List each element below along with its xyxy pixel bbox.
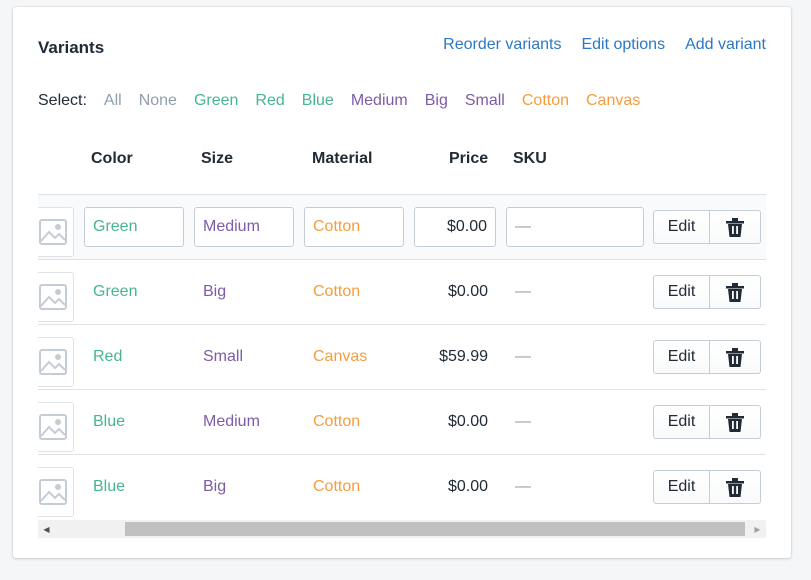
reorder-variants-link[interactable]: Reorder variants bbox=[443, 34, 561, 56]
trash-icon bbox=[726, 217, 744, 237]
column-header-size: Size bbox=[201, 150, 234, 167]
cell-color: Blue bbox=[93, 413, 126, 430]
column-header-material: Material bbox=[312, 150, 373, 167]
cell-sku: — bbox=[515, 413, 531, 430]
image-placeholder-icon[interactable] bbox=[38, 337, 74, 387]
select-filter-row: Select: All None Green Red Blue Medium B… bbox=[38, 90, 657, 112]
cell-size: Big bbox=[203, 283, 227, 300]
cell-price: $0.00 bbox=[447, 478, 488, 495]
column-header-price: Price bbox=[449, 150, 489, 167]
add-variant-link[interactable]: Add variant bbox=[685, 34, 766, 56]
image-placeholder-icon[interactable] bbox=[38, 467, 74, 517]
color-input[interactable]: Green bbox=[84, 207, 184, 247]
cell-sku: — bbox=[515, 283, 531, 300]
row-actions: Edit bbox=[653, 470, 761, 504]
cell-material: Canvas bbox=[313, 348, 368, 365]
trash-icon bbox=[726, 282, 744, 302]
cell-sku: — bbox=[515, 478, 531, 495]
image-placeholder-icon[interactable] bbox=[38, 207, 74, 257]
table-row[interactable]: Red Small Canvas $59.99 — Edit bbox=[38, 324, 766, 389]
scroll-right-arrow-icon[interactable]: ▶ bbox=[749, 520, 766, 538]
select-small[interactable]: Small bbox=[465, 90, 505, 112]
column-header-sku: SKU bbox=[513, 150, 547, 167]
select-medium[interactable]: Medium bbox=[351, 90, 408, 112]
scrollbar-thumb[interactable] bbox=[125, 522, 745, 536]
cell-size: Small bbox=[203, 348, 244, 365]
edit-button[interactable]: Edit bbox=[653, 275, 710, 309]
row-actions: Edit bbox=[653, 405, 761, 439]
price-input[interactable]: $0.00 bbox=[414, 207, 496, 247]
cell-size: Medium bbox=[203, 413, 260, 430]
edit-button[interactable]: Edit bbox=[653, 340, 710, 374]
select-big[interactable]: Big bbox=[425, 90, 448, 112]
row-actions: Edit bbox=[653, 210, 761, 244]
edit-button[interactable]: Edit bbox=[653, 470, 710, 504]
select-blue[interactable]: Blue bbox=[302, 90, 334, 112]
delete-button[interactable] bbox=[710, 275, 761, 309]
edit-button[interactable]: Edit bbox=[653, 210, 710, 244]
cell-price: $59.99 bbox=[439, 348, 488, 365]
table-row[interactable]: Blue Medium Cotton $0.00 — Edit bbox=[38, 389, 766, 454]
cell-sku: — bbox=[515, 348, 531, 365]
delete-button[interactable] bbox=[710, 210, 761, 244]
image-placeholder-icon[interactable] bbox=[38, 272, 74, 322]
size-input[interactable]: Medium bbox=[194, 207, 294, 247]
cell-color: Blue bbox=[93, 478, 126, 495]
edit-options-link[interactable]: Edit options bbox=[581, 34, 665, 56]
cell-size: Big bbox=[203, 478, 227, 495]
cell-material: Cotton bbox=[313, 283, 361, 300]
delete-button[interactable] bbox=[710, 340, 761, 374]
select-all[interactable]: All bbox=[104, 90, 122, 112]
scroll-left-arrow-icon[interactable]: ◀ bbox=[38, 520, 55, 538]
card-title: Variants bbox=[38, 38, 105, 57]
image-placeholder-icon[interactable] bbox=[38, 402, 74, 452]
cell-color: Green bbox=[93, 283, 138, 300]
row-actions: Edit bbox=[653, 340, 761, 374]
select-cotton[interactable]: Cotton bbox=[522, 90, 569, 112]
table-row[interactable]: Green Big Cotton $0.00 — Edit bbox=[38, 259, 766, 324]
edit-button[interactable]: Edit bbox=[653, 405, 710, 439]
cell-price: $0.00 bbox=[447, 413, 488, 430]
trash-icon bbox=[726, 477, 744, 497]
row-actions: Edit bbox=[653, 275, 761, 309]
horizontal-scrollbar[interactable]: ◀ ▶ bbox=[38, 520, 766, 538]
delete-button[interactable] bbox=[710, 470, 761, 504]
select-label: Select: bbox=[38, 92, 87, 109]
table-header: Color Size Material Price SKU bbox=[38, 137, 766, 189]
cell-material: Cotton bbox=[313, 413, 361, 430]
cell-price: $0.00 bbox=[447, 283, 488, 300]
variants-card: Variants Reorder variants Edit options A… bbox=[13, 7, 791, 558]
select-none[interactable]: None bbox=[139, 90, 177, 112]
material-input[interactable]: Cotton bbox=[304, 207, 404, 247]
column-header-color: Color bbox=[91, 150, 133, 167]
select-green[interactable]: Green bbox=[194, 90, 238, 112]
sku-input[interactable]: — bbox=[506, 207, 644, 247]
header-actions: Reorder variants Edit options Add varian… bbox=[443, 34, 766, 56]
select-canvas[interactable]: Canvas bbox=[586, 90, 640, 112]
trash-icon bbox=[726, 412, 744, 432]
variants-table: Color Size Material Price SKU Green Medi… bbox=[38, 137, 766, 539]
card-header: Variants Reorder variants Edit options A… bbox=[38, 34, 766, 59]
select-red[interactable]: Red bbox=[255, 90, 284, 112]
delete-button[interactable] bbox=[710, 405, 761, 439]
table-row[interactable]: Green Medium Cotton $0.00 — Edit bbox=[38, 194, 766, 259]
cell-color: Red bbox=[93, 348, 123, 365]
trash-icon bbox=[726, 347, 744, 367]
table-row[interactable]: Blue Big Cotton $0.00 — Edit bbox=[38, 454, 766, 519]
cell-material: Cotton bbox=[313, 478, 361, 495]
